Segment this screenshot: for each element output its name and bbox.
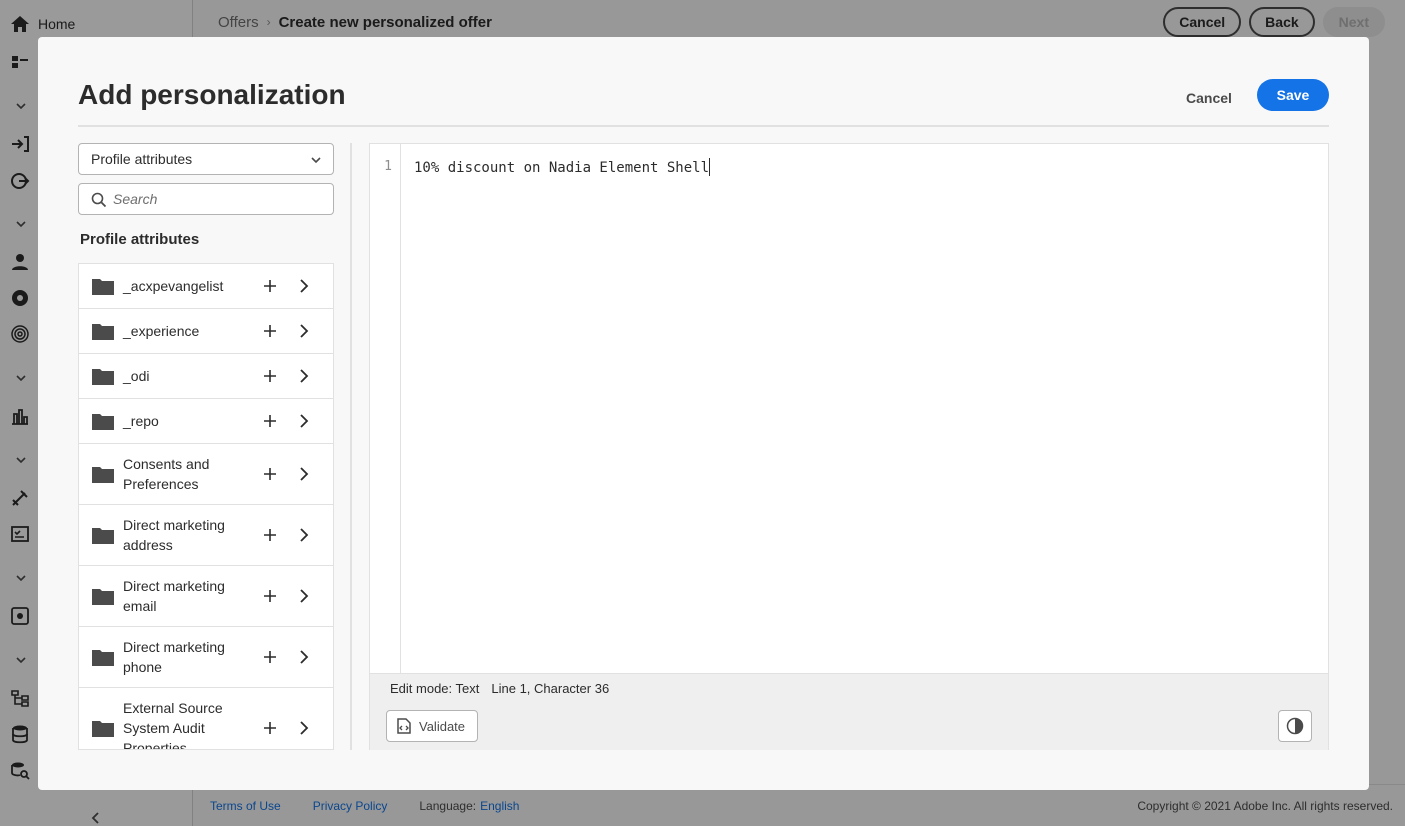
text-caret: [709, 158, 711, 176]
folder-icon: [92, 279, 114, 295]
attribute-label: External Source System Audit Properties: [123, 700, 223, 750]
chevron-right-icon[interactable]: [297, 323, 311, 339]
folder-icon: [92, 467, 114, 483]
attribute-row[interactable]: _odi: [79, 354, 333, 399]
attribute-row[interactable]: _experience: [79, 309, 333, 354]
line-number: 1: [384, 159, 392, 174]
attribute-row[interactable]: Consents and Preferences: [79, 444, 333, 505]
folder-icon: [92, 369, 114, 385]
dialog-save-button[interactable]: Save: [1257, 79, 1329, 111]
add-icon[interactable]: [262, 527, 278, 543]
expression-editor[interactable]: 1 10% discount on Nadia Element Shell Ed…: [369, 143, 1329, 750]
line-number-gutter: 1: [370, 144, 401, 673]
edit-mode-status: Edit mode: Text: [390, 681, 480, 696]
validate-label: Validate: [419, 718, 466, 734]
chevron-right-icon[interactable]: [297, 368, 311, 384]
add-icon[interactable]: [262, 323, 278, 339]
search-icon: [91, 192, 107, 208]
chevron-right-icon[interactable]: [297, 720, 311, 736]
folder-icon: [92, 650, 114, 666]
chevron-right-icon[interactable]: [297, 466, 311, 482]
attribute-label: Direct marketing email: [123, 578, 225, 614]
attribute-row[interactable]: _repo: [79, 399, 333, 444]
add-icon[interactable]: [262, 368, 278, 384]
chevron-right-icon[interactable]: [297, 278, 311, 294]
dialog-divider: [78, 125, 1329, 127]
folder-icon: [92, 414, 114, 430]
editor-action-bar: Validate: [370, 703, 1328, 750]
chevron-right-icon[interactable]: [297, 413, 311, 429]
attribute-row[interactable]: Direct marketing phone: [79, 627, 333, 688]
chevron-right-icon[interactable]: [297, 588, 311, 604]
folder-icon: [92, 589, 114, 605]
add-icon[interactable]: [262, 278, 278, 294]
validate-button[interactable]: Validate: [386, 710, 479, 742]
attribute-row[interactable]: Direct marketing email: [79, 566, 333, 627]
search-input[interactable]: [113, 191, 313, 207]
attribute-source-value: Profile attributes: [91, 151, 193, 167]
attribute-label: _odi: [123, 368, 150, 384]
editor-status-bar: Edit mode: Text Line 1, Character 36: [370, 673, 1328, 703]
attribute-label: Direct marketing address: [123, 517, 225, 553]
attribute-search: [78, 183, 334, 215]
dialog-cancel-button[interactable]: Cancel: [1174, 83, 1244, 113]
folder-icon: [92, 528, 114, 544]
add-icon[interactable]: [262, 466, 278, 482]
attribute-source-select[interactable]: Profile attributes: [78, 143, 334, 175]
attribute-label: _acxpevangelist: [123, 278, 224, 294]
panel-splitter[interactable]: [350, 143, 352, 750]
add-icon[interactable]: [262, 588, 278, 604]
add-icon[interactable]: [262, 649, 278, 665]
code-validate-icon: [397, 718, 411, 734]
attribute-label: Consents and Preferences: [123, 456, 210, 492]
folder-icon: [92, 324, 114, 340]
panel-heading: Profile attributes: [80, 231, 200, 248]
attribute-label: _experience: [123, 323, 200, 339]
cursor-position-status: Line 1, Character 36: [491, 681, 610, 696]
attribute-row[interactable]: Direct marketing address: [79, 505, 333, 566]
folder-icon: [92, 721, 114, 737]
add-icon[interactable]: [262, 413, 278, 429]
editor-line[interactable]: 10% discount on Nadia Element Shell: [414, 158, 711, 176]
chevron-right-icon[interactable]: [297, 649, 311, 665]
attribute-row[interactable]: External Source System Audit Properties: [79, 688, 333, 750]
attribute-row[interactable]: _acxpevangelist: [79, 264, 333, 309]
editor-content: 10% discount on Nadia Element Shell: [414, 160, 710, 176]
attribute-label: Direct marketing phone: [123, 639, 225, 675]
dialog-title: Add personalization: [78, 79, 346, 110]
chevron-right-icon[interactable]: [297, 527, 311, 543]
theme-toggle-button[interactable]: [1278, 710, 1312, 742]
attribute-label: _repo: [123, 413, 159, 429]
add-icon[interactable]: [262, 720, 278, 736]
add-personalization-dialog: Add personalization Cancel Save Profile …: [38, 37, 1369, 790]
contrast-icon: [1286, 717, 1304, 735]
attribute-tree: _acxpevangelist _experience _odi _repo Conse…: [78, 263, 334, 750]
chevron-down-icon: [311, 157, 321, 164]
